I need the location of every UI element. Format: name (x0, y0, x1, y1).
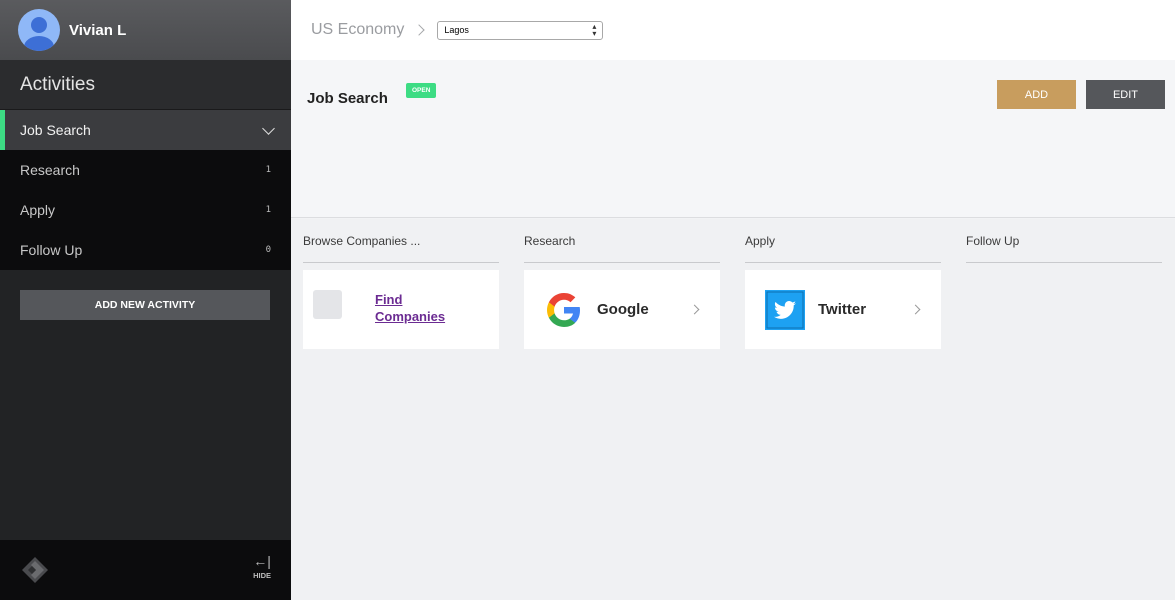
card-title: Google (597, 301, 649, 318)
sidebar-item-apply[interactable]: Apply 1 (0, 190, 291, 230)
breadcrumb[interactable]: US Economy (311, 21, 404, 39)
add-new-activity-button[interactable]: ADD NEW ACTIVITY (20, 290, 270, 320)
activity-header: Job Search OPEN ADD EDIT (291, 60, 1175, 218)
column-header: Follow Up (966, 219, 1162, 263)
activity-sub-list: Research 1 Apply 1 Follow Up 0 (0, 150, 291, 270)
sidebar-item-research[interactable]: Research 1 (0, 150, 291, 190)
sidebar-item-label: Follow Up (20, 242, 83, 258)
sidebar-item-follow-up[interactable]: Follow Up 0 (0, 230, 291, 270)
item-count: 1 (265, 205, 271, 215)
item-count: 0 (265, 245, 271, 255)
page-title: Job Search (307, 90, 388, 107)
sidebar-footer: ←| HIDE (0, 540, 291, 600)
status-badge: OPEN (406, 83, 437, 98)
select-arrows-icon: ▴ ▾ (592, 22, 597, 38)
placeholder-image (313, 290, 342, 319)
hide-sidebar-button[interactable]: ←| HIDE (253, 554, 271, 580)
activities-heading: Activities (0, 60, 291, 110)
topbar: US Economy Lagos ▴ ▾ (291, 0, 1175, 60)
card-title: Twitter (818, 301, 867, 318)
find-companies-card[interactable]: Find Companies (303, 270, 499, 349)
link-line: Companies (375, 309, 446, 324)
column-research: Research Google (524, 219, 720, 349)
find-companies-link[interactable]: Find Companies (375, 291, 445, 325)
user-name: Vivian L (69, 21, 127, 39)
google-icon (547, 293, 580, 327)
twitter-card[interactable]: Twitter (745, 270, 941, 349)
avatar[interactable] (18, 9, 60, 51)
twitter-icon (765, 290, 805, 330)
sidebar-item-label: Research (20, 162, 80, 178)
column-follow-up: Follow Up (966, 219, 1162, 263)
logo-icon (22, 557, 48, 583)
item-count: 1 (265, 165, 271, 175)
google-card[interactable]: Google (524, 270, 720, 349)
sidebar: Vivian L Activities Job Search Research … (0, 0, 291, 600)
sidebar-item-label: Apply (20, 202, 56, 218)
city-select[interactable]: Lagos ▴ ▾ (437, 20, 604, 40)
column-apply: Apply Twitter (745, 219, 941, 349)
add-button[interactable]: ADD (997, 80, 1076, 109)
column-header: Browse Companies ... (303, 219, 499, 263)
user-bar[interactable]: Vivian L (0, 0, 291, 60)
collapse-icon: ←| (253, 553, 271, 569)
chevron-right-icon[interactable] (689, 304, 700, 315)
sidebar-item-job-search[interactable]: Job Search (0, 110, 291, 150)
chevron-down-icon[interactable] (262, 121, 275, 135)
chevron-right-icon (413, 24, 426, 36)
column-browse-companies: Browse Companies ... Find Companies (303, 219, 499, 349)
chevron-right-icon[interactable] (910, 304, 921, 315)
sidebar-item-label: Job Search (20, 122, 91, 138)
city-select-value: Lagos (444, 25, 469, 35)
column-header: Research (524, 219, 720, 263)
link-line: Find (375, 292, 403, 307)
column-header: Apply (745, 219, 941, 263)
edit-button[interactable]: EDIT (1086, 80, 1165, 109)
activity-columns: Browse Companies ... Find Companies Rese… (291, 219, 1175, 600)
hide-label: HIDE (253, 571, 271, 580)
